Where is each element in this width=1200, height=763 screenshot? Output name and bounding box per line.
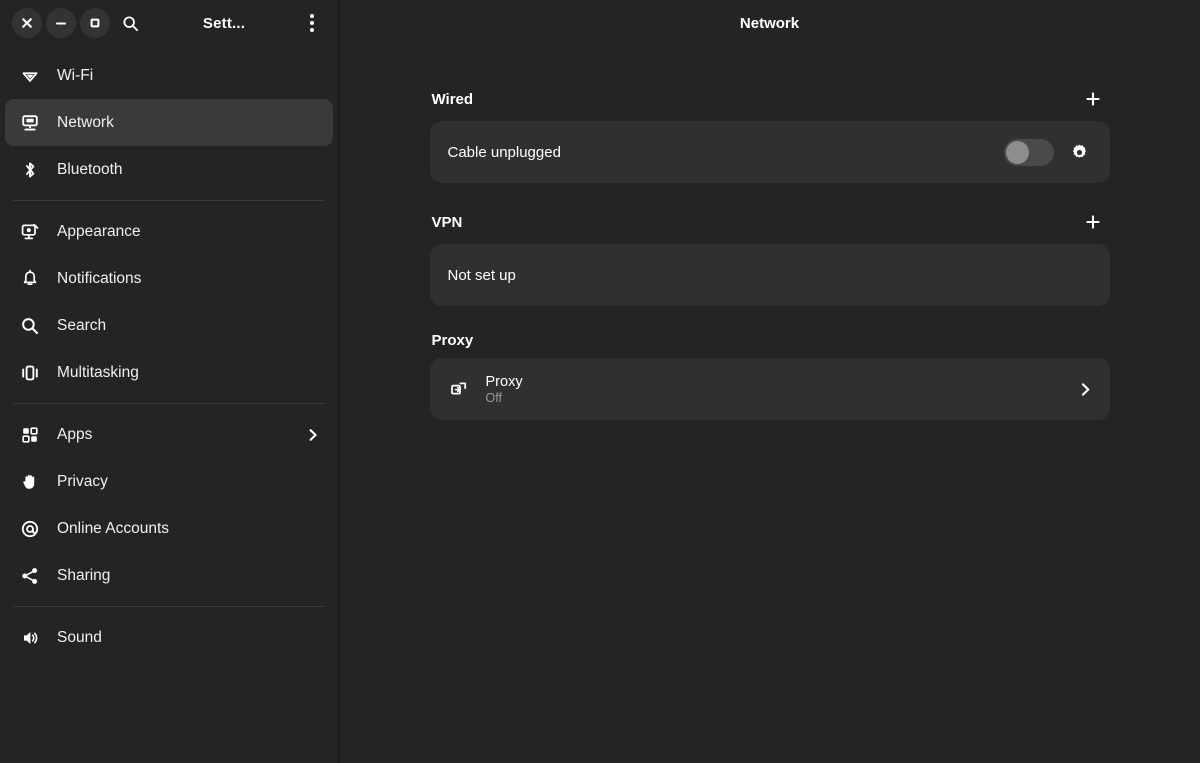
sidebar-item-search[interactable]: Search	[5, 302, 333, 349]
vpn-card: Not set up	[429, 244, 1110, 306]
sidebar-item-sound[interactable]: Sound	[5, 614, 333, 661]
page-title: Network	[739, 14, 800, 32]
sidebar-item-multitasking[interactable]: Multitasking	[5, 349, 333, 396]
section-vpn: VPN Not set up	[429, 209, 1110, 306]
toggle-knob	[1005, 140, 1029, 164]
bell-icon	[19, 268, 40, 289]
close-button[interactable]	[12, 8, 42, 38]
sidebar-separator	[13, 606, 325, 607]
sidebar-separator	[13, 403, 325, 404]
sidebar-item-label: Online Accounts	[57, 519, 170, 537]
proxy-row[interactable]: Proxy Off	[430, 358, 1110, 420]
section-proxy: Proxy Proxy Off	[429, 332, 1110, 420]
close-icon	[22, 18, 32, 28]
section-wired: Wired Cable unplugged	[429, 86, 1110, 183]
proxy-texts: Proxy Off	[486, 374, 1065, 405]
sidebar-item-label: Appearance	[57, 222, 141, 240]
proxy-title: Proxy	[485, 373, 523, 390]
settings-scroll-area: Wired Cable unplugged VPN Not set up Pro…	[339, 46, 1200, 763]
share-icon	[19, 565, 40, 586]
main-menu-button[interactable]	[296, 7, 328, 39]
sidebar-item-bluetooth[interactable]: Bluetooth	[5, 146, 333, 193]
section-title: Wired	[431, 90, 474, 108]
bluetooth-icon	[19, 159, 40, 180]
section-header: VPN	[430, 209, 1110, 244]
sidebar-item-label: Search	[57, 316, 107, 334]
proxy-chevron-right-icon[interactable]	[1077, 381, 1094, 398]
sidebar: Sett... Wi-Fi Network Bluetooth Appearan…	[0, 0, 339, 763]
plus-icon	[1085, 92, 1100, 106]
sidebar-item-notifications[interactable]: Notifications	[5, 255, 333, 302]
sidebar-item-network[interactable]: Network	[5, 99, 333, 146]
minimize-button[interactable]	[46, 8, 76, 38]
search-button[interactable]	[114, 7, 146, 39]
plus-icon	[1085, 215, 1100, 229]
sidebar-item-label: Bluetooth	[57, 160, 123, 178]
sidebar-item-label: Sharing	[57, 566, 111, 584]
sidebar-item-wifi[interactable]: Wi-Fi	[5, 52, 333, 99]
add-wired-connection-button[interactable]	[1080, 86, 1106, 112]
vpn-status-label: Not set up	[447, 266, 516, 284]
search-icon	[19, 315, 40, 336]
sidebar-item-label: Network	[57, 113, 114, 131]
section-title: VPN	[431, 213, 463, 231]
vpn-status-row: Not set up	[430, 244, 1110, 306]
wifi-icon	[19, 65, 40, 86]
chevron-right-icon	[305, 427, 321, 443]
add-vpn-button[interactable]	[1080, 209, 1106, 235]
section-title: Proxy	[431, 332, 474, 349]
settings-window: Sett... Wi-Fi Network Bluetooth Appearan…	[0, 0, 1200, 763]
network-icon	[19, 112, 40, 133]
maximize-icon	[90, 18, 100, 28]
appearance-icon	[19, 221, 40, 242]
sidebar-item-label: Multitasking	[57, 363, 139, 381]
multitasking-icon	[19, 362, 40, 383]
proxy-icon	[448, 378, 470, 400]
kebab-menu-icon	[310, 14, 314, 32]
gear-icon	[1073, 144, 1086, 158]
proxy-card: Proxy Off	[429, 358, 1110, 420]
proxy-subtitle: Off	[485, 390, 502, 405]
sidebar-item-apps[interactable]: Apps	[5, 411, 333, 458]
speaker-icon	[19, 627, 40, 648]
maximize-button[interactable]	[80, 8, 110, 38]
content-pane: Network Wired Cable unplugged VPN Not se…	[339, 0, 1200, 763]
wired-status-label: Cable unplugged	[447, 143, 561, 161]
sidebar-item-sharing[interactable]: Sharing	[5, 552, 333, 599]
wired-connection-row[interactable]: Cable unplugged	[430, 121, 1110, 183]
sidebar-item-label: Privacy	[57, 472, 108, 490]
minimize-icon	[55, 22, 67, 25]
wired-settings-button[interactable]	[1066, 138, 1094, 166]
hand-icon	[19, 471, 40, 492]
sidebar-item-label: Apps	[57, 425, 93, 443]
sidebar-item-privacy[interactable]: Privacy	[5, 458, 333, 505]
search-icon	[122, 15, 138, 31]
sidebar-item-label: Wi-Fi	[57, 66, 94, 84]
sidebar-item-online-accounts[interactable]: Online Accounts	[5, 505, 333, 552]
at-sign-icon	[19, 518, 40, 539]
sidebar-separator	[13, 200, 325, 201]
sidebar-item-appearance[interactable]: Appearance	[5, 208, 333, 255]
sidebar-nav: Wi-Fi Network Bluetooth Appearance Notif…	[0, 46, 338, 763]
sidebar-item-label: Notifications	[57, 269, 142, 287]
window-titlebar: Sett...	[0, 0, 338, 46]
content-header: Network	[339, 0, 1200, 46]
wired-card: Cable unplugged	[429, 121, 1110, 183]
section-header: Wired	[430, 86, 1110, 121]
wired-toggle[interactable]	[1003, 138, 1054, 166]
sidebar-item-label: Sound	[57, 628, 102, 646]
section-header: Proxy	[430, 332, 1110, 358]
window-title: Sett...	[202, 14, 246, 32]
apps-icon	[19, 424, 40, 445]
